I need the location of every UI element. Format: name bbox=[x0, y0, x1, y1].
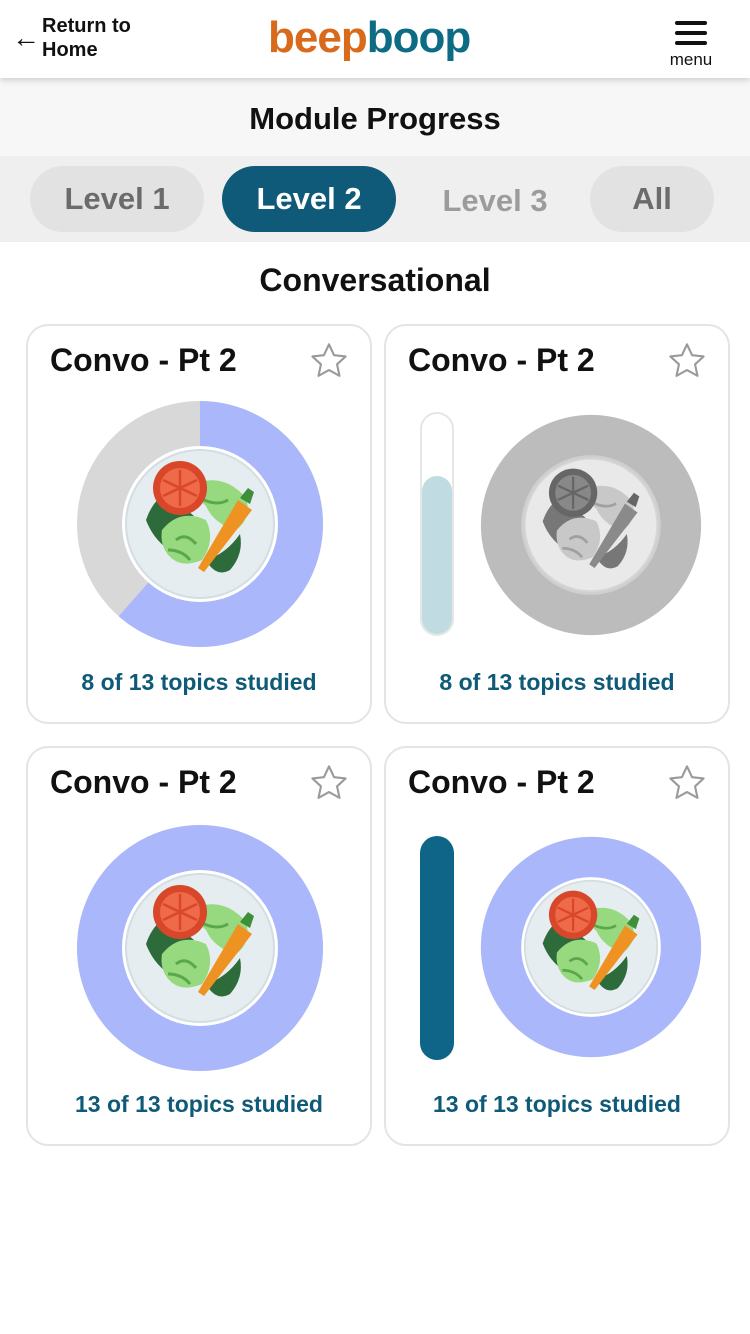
progress-ring bbox=[480, 836, 702, 1063]
progress-ring bbox=[76, 824, 324, 1077]
topics-studied-label: 13 of 13 topics studied bbox=[433, 1091, 681, 1117]
top-bar: ← Return to Home beepboop menu bbox=[0, 0, 750, 78]
tab-all[interactable]: All bbox=[590, 166, 714, 232]
topics-studied-label: 8 of 13 topics studied bbox=[439, 669, 675, 695]
module-card[interactable]: Convo - Pt 2 13 of 13 topics studied bbox=[384, 746, 730, 1146]
app-logo: beepboop bbox=[268, 12, 472, 64]
progress-bar-fill bbox=[420, 836, 454, 1060]
star-icon[interactable] bbox=[308, 340, 350, 382]
card-title: Convo - Pt 2 bbox=[408, 342, 595, 378]
module-card[interactable]: Convo - Pt 2 13 of 13 topics studied bbox=[26, 746, 372, 1146]
star-icon[interactable] bbox=[666, 340, 708, 382]
card-title: Convo - Pt 2 bbox=[408, 764, 595, 800]
tab-level-1[interactable]: Level 1 bbox=[30, 166, 204, 232]
progress-bar-track bbox=[420, 836, 454, 1060]
hamburger-icon bbox=[675, 18, 707, 45]
progress-ring bbox=[76, 400, 324, 653]
module-card[interactable]: Convo - Pt 2 8 of 13 topics studied bbox=[384, 324, 730, 724]
star-icon[interactable] bbox=[308, 762, 350, 804]
progress-bar-fill bbox=[422, 475, 452, 634]
logo-boop: boop bbox=[366, 13, 472, 62]
tab-level-2[interactable]: Level 2 bbox=[222, 166, 396, 232]
section-title: Conversational bbox=[259, 262, 491, 298]
back-arrow-icon: ← bbox=[12, 22, 40, 53]
menu-button[interactable]: menu bbox=[662, 18, 720, 70]
return-home-link[interactable]: ← Return to Home bbox=[12, 14, 152, 62]
page-title: Module Progress bbox=[249, 101, 501, 136]
star-icon[interactable] bbox=[666, 762, 708, 804]
plate-image bbox=[480, 414, 702, 641]
menu-label: menu bbox=[669, 50, 713, 69]
progress-bar-track bbox=[420, 412, 454, 636]
topics-studied-label: 8 of 13 topics studied bbox=[81, 669, 317, 695]
logo-beep: beep bbox=[268, 13, 368, 62]
level-tabs: Level 1 Level 2 Level 3 All bbox=[0, 156, 750, 242]
return-home-label: Return to Home bbox=[42, 15, 131, 61]
card-title: Convo - Pt 2 bbox=[50, 342, 237, 378]
topics-studied-label: 13 of 13 topics studied bbox=[75, 1091, 323, 1117]
tab-level-3[interactable]: Level 3 bbox=[410, 168, 580, 234]
title-bar: Module Progress bbox=[0, 78, 750, 156]
card-title: Convo - Pt 2 bbox=[50, 764, 237, 800]
module-card[interactable]: Convo - Pt 2 8 of 13 topics studied bbox=[26, 324, 372, 724]
